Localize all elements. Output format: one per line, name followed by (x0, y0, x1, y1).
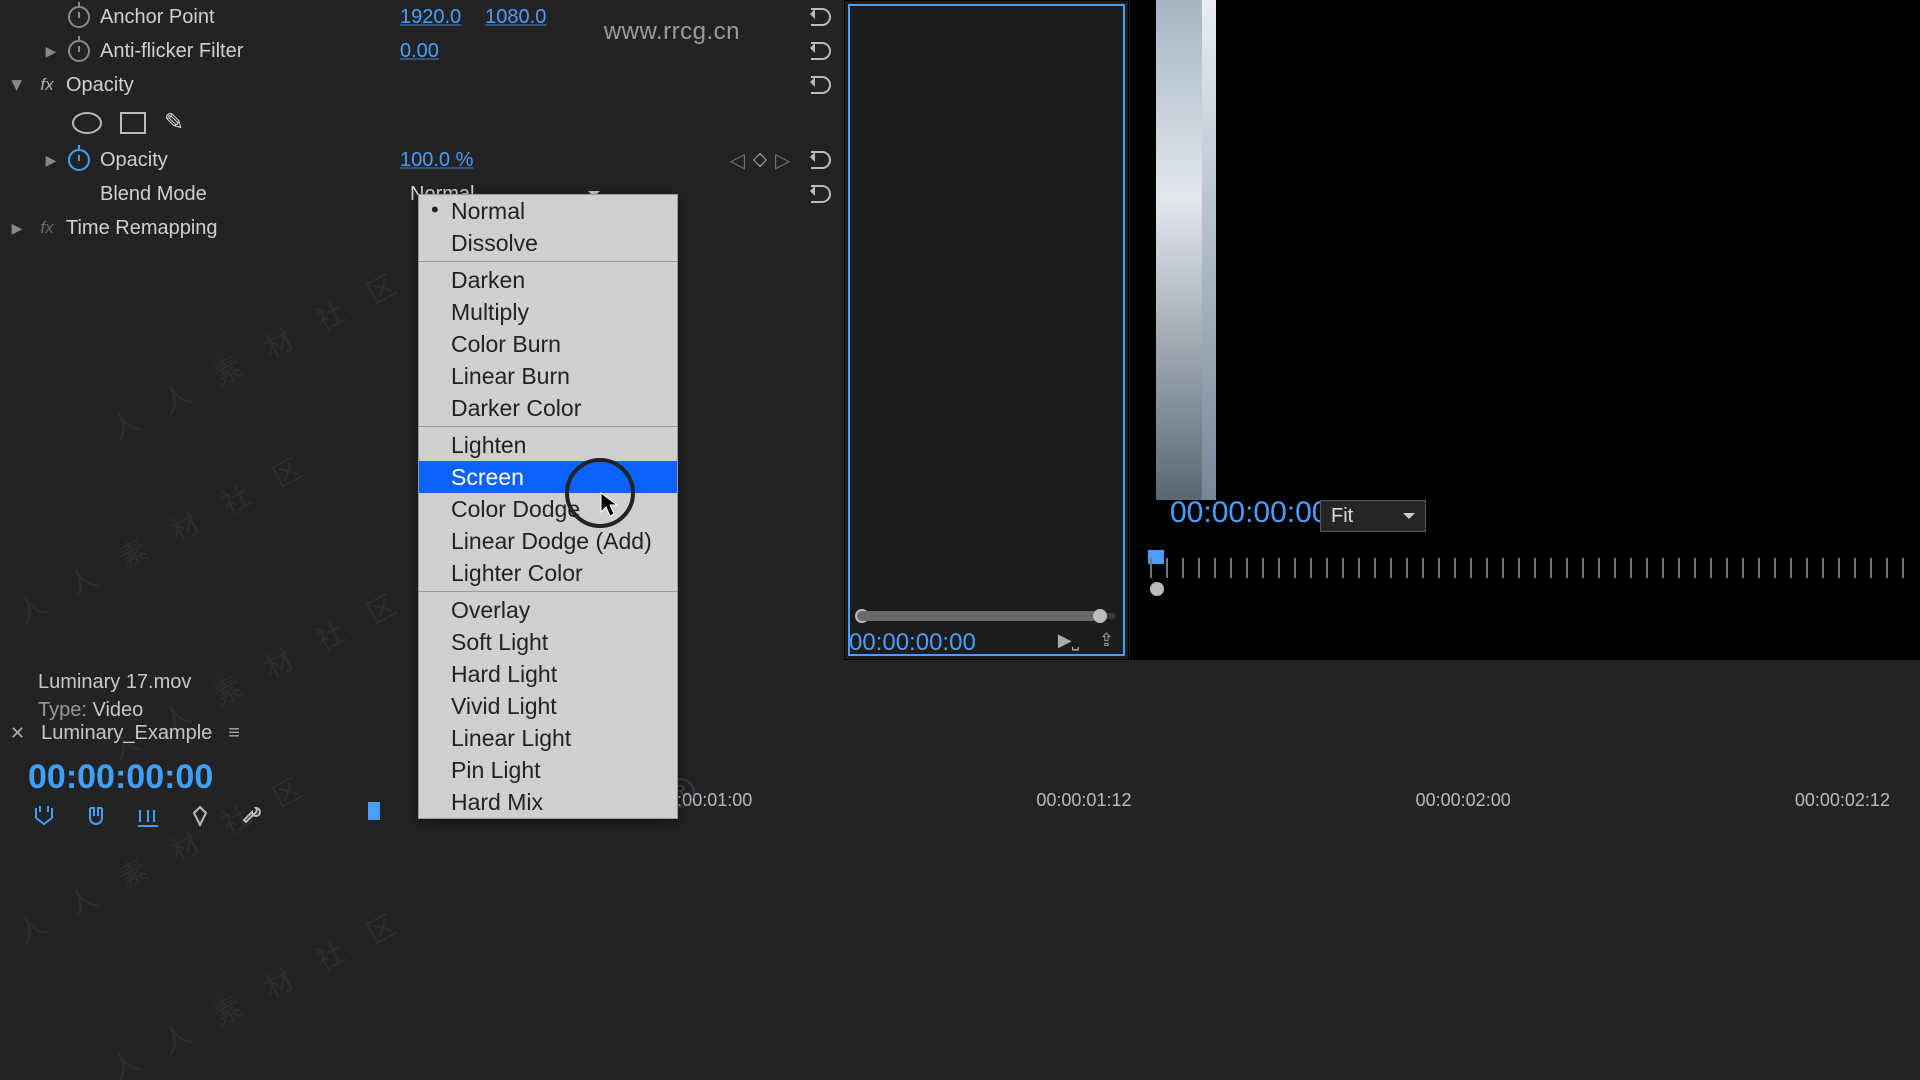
menu-item-darken[interactable]: Darken (419, 264, 677, 296)
timeline-tools (32, 804, 264, 833)
preview-timecode[interactable]: 00:00:00:00 (1170, 496, 1328, 530)
cursor-icon (600, 492, 620, 525)
menu-item-screen[interactable]: Screen (419, 461, 677, 493)
asset-type-value: Video (92, 699, 143, 721)
opacity-value[interactable]: 100.0 % (400, 149, 473, 172)
magnet-icon[interactable] (84, 804, 108, 833)
anti-flicker-value[interactable]: 0.00 (400, 40, 439, 63)
preview-content (1156, 0, 1202, 500)
timeline-tab-label: Luminary_Example (41, 722, 212, 745)
disclosure-icon[interactable] (0, 77, 34, 94)
keyframe-nav[interactable]: ◁▷ (720, 148, 800, 173)
play-resolution-icon[interactable]: ▶⎵ (1058, 630, 1079, 651)
menu-item-color-burn[interactable]: Color Burn (419, 328, 677, 360)
asset-type-label: Type: (38, 699, 87, 721)
settings-icon[interactable] (240, 804, 264, 833)
reset-icon[interactable] (809, 151, 831, 169)
zoom-thumb[interactable] (857, 611, 1097, 621)
timeline-tab[interactable]: ✕ Luminary_Example ≡ (10, 722, 237, 745)
disclosure-icon[interactable] (34, 43, 68, 60)
export-frame-icon[interactable]: ⇪ (1099, 630, 1114, 651)
preview-content (1202, 0, 1216, 500)
menu-item-normal[interactable]: Normal (419, 195, 677, 227)
stopwatch-icon[interactable] (68, 149, 90, 171)
menu-item-soft-light[interactable]: Soft Light (419, 626, 677, 658)
menu-item-linear-dodge-add[interactable]: Linear Dodge (Add) (419, 525, 677, 557)
menu-item-multiply[interactable]: Multiply (419, 296, 677, 328)
menu-item-darker-color[interactable]: Darker Color (419, 392, 677, 424)
ruler-tick-label: 00:00:01:12 (1036, 790, 1131, 808)
menu-item-vivid-light[interactable]: Vivid Light (419, 690, 677, 722)
timeline-timecode[interactable]: 00:00:00:00 (28, 758, 213, 797)
asset-name: Luminary 17.mov (38, 668, 191, 696)
anchor-point-x-value[interactable]: 1920.0 (400, 6, 461, 29)
menu-item-color-dodge[interactable]: Color Dodge (419, 493, 677, 525)
prop-opacity-label: Opacity (100, 149, 400, 172)
menu-item-pin-light[interactable]: Pin Light (419, 754, 677, 786)
menu-item-lighten[interactable]: Lighten (419, 429, 677, 461)
zoom-fit-value: Fit (1331, 505, 1353, 528)
ellipse-mask-icon[interactable] (72, 112, 102, 134)
program-monitor: ▶⎵ ⇪ 00:00:00:00 (844, 0, 1129, 660)
close-tab-icon[interactable]: ✕ (10, 723, 25, 744)
pen-mask-icon[interactable] (164, 108, 184, 137)
ruler-tick-label: 00:00:02:12 (1795, 790, 1890, 808)
effect-opacity-label: Opacity (66, 74, 400, 97)
menu-separator (419, 591, 677, 592)
menu-item-hard-light[interactable]: Hard Light (419, 658, 677, 690)
zoom-handle-right[interactable] (1093, 609, 1107, 623)
reset-icon[interactable] (809, 76, 831, 94)
preview-ruler-handle[interactable] (1150, 582, 1164, 596)
anchor-point-y-value[interactable]: 1080.0 (485, 6, 546, 29)
blend-mode-menu[interactable]: Normal Dissolve Darken Multiply Color Bu… (418, 194, 678, 819)
asset-info: Luminary 17.mov Type: Video (38, 668, 191, 724)
menu-separator (419, 426, 677, 427)
snap-icon[interactable] (32, 804, 56, 833)
zoom-slider[interactable] (857, 613, 1116, 619)
disclosure-icon[interactable] (0, 220, 34, 237)
linked-selection-icon[interactable] (136, 804, 160, 833)
prop-anchor-point-label: Anchor Point (100, 6, 400, 29)
menu-item-linear-light[interactable]: Linear Light (419, 722, 677, 754)
reset-icon[interactable] (809, 8, 831, 26)
rectangle-mask-icon[interactable] (120, 112, 146, 134)
preview-right-pane: 00:00:00:00 Fit (1130, 0, 1920, 660)
reset-icon[interactable] (809, 185, 831, 203)
prop-anti-flicker-label: Anti-flicker Filter (100, 40, 400, 63)
reset-icon[interactable] (809, 42, 831, 60)
stopwatch-icon[interactable] (68, 6, 90, 28)
chevron-down-icon (1403, 513, 1415, 525)
fx-badge-icon[interactable]: fx (34, 218, 60, 238)
stopwatch-icon[interactable] (68, 40, 90, 62)
menu-separator (419, 261, 677, 262)
preview-ruler[interactable] (1150, 558, 1910, 578)
disclosure-icon[interactable] (34, 152, 68, 169)
prop-blend-mode-label: Blend Mode (100, 183, 400, 206)
panel-timecode[interactable]: 00:00:00:00 (849, 629, 976, 657)
menu-item-overlay[interactable]: Overlay (419, 594, 677, 626)
marker-icon[interactable] (188, 804, 212, 833)
zoom-fit-dropdown[interactable]: Fit (1320, 500, 1426, 532)
menu-item-dissolve[interactable]: Dissolve (419, 227, 677, 259)
watermark-url: www.rrcg.cn (604, 18, 740, 46)
preview-frame (848, 4, 1125, 656)
menu-item-linear-burn[interactable]: Linear Burn (419, 360, 677, 392)
ruler-tick-label: 00:00:02:00 (1416, 790, 1511, 808)
menu-item-lighter-color[interactable]: Lighter Color (419, 557, 677, 589)
panel-menu-icon[interactable]: ≡ (228, 722, 237, 745)
menu-item-hard-mix[interactable]: Hard Mix (419, 786, 677, 818)
fx-badge-icon[interactable]: fx (34, 75, 60, 95)
